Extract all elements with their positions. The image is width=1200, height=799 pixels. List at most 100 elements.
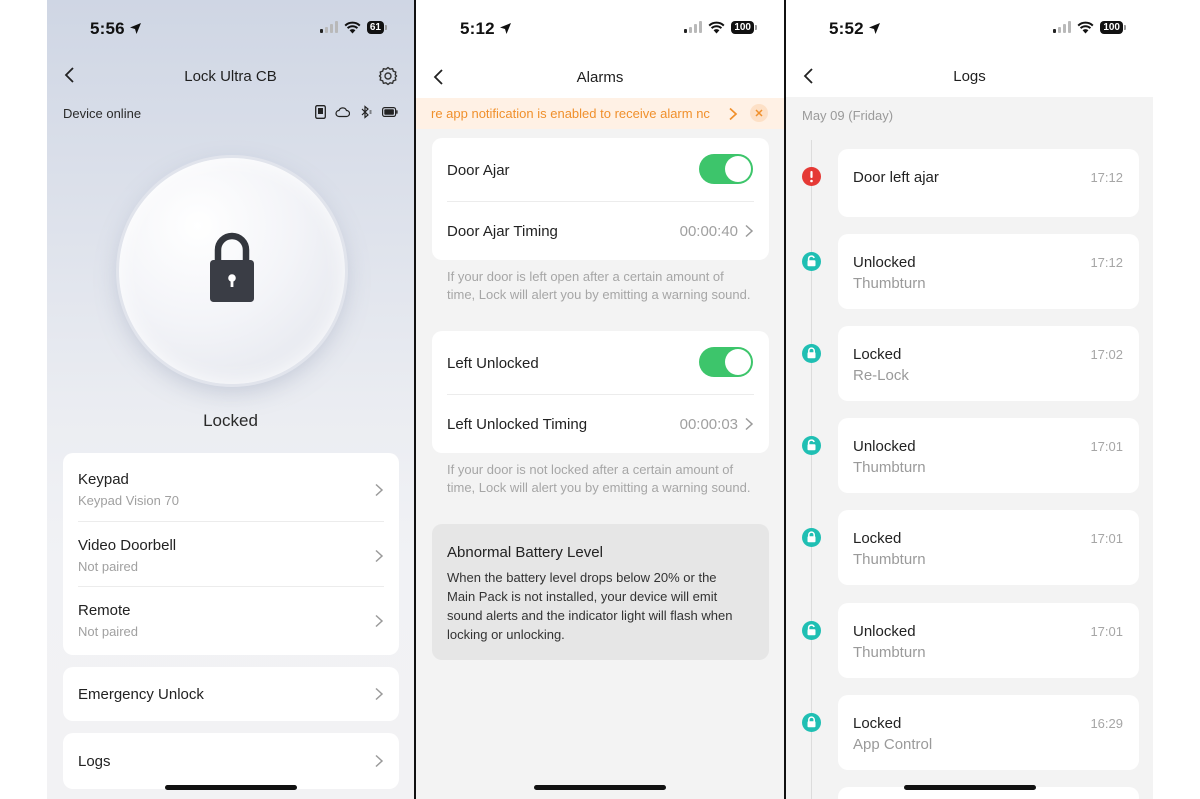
alarms-screen: 5:12 100 Alarms re app notification is e… xyxy=(416,0,784,799)
chevron-right-icon xyxy=(745,224,754,238)
lock-icon xyxy=(802,344,821,363)
log-entry-subtitle: App Control xyxy=(853,736,933,753)
keypad-row-subtitle: Keypad Vision 70 xyxy=(78,493,179,508)
video-doorbell-row-title: Video Doorbell xyxy=(78,537,177,554)
chevron-right-icon xyxy=(745,417,754,431)
status-time-text: 5:56 xyxy=(90,19,125,38)
left-unlocked-hint: If your door is not locked after a certa… xyxy=(447,462,751,495)
banner-text: re app notification is enabled to receiv… xyxy=(431,106,710,121)
status-time: 5:12 xyxy=(460,19,512,39)
alert-icon xyxy=(802,167,821,186)
log-entry-time: 17:01 xyxy=(1090,439,1123,454)
log-entry[interactable]: Unlocked Thumbturn 17:01 xyxy=(838,603,1139,678)
door-ajar-timing-value: 00:00:40 xyxy=(679,223,738,240)
keypad-row[interactable]: Keypad Keypad Vision 70 xyxy=(78,471,384,521)
video-doorbell-row-subtitle: Not paired xyxy=(78,559,138,574)
wifi-icon xyxy=(1077,21,1094,33)
unlock-icon xyxy=(802,621,821,640)
location-arrow-icon xyxy=(499,23,511,34)
page-title: Lock Ultra CB xyxy=(184,68,277,85)
status-bar: 5:56 61 xyxy=(47,0,414,56)
logs-label: Logs xyxy=(78,753,111,770)
gear-icon[interactable] xyxy=(378,66,398,86)
log-entry[interactable]: Locked Re-Lock 17:02 xyxy=(838,326,1139,401)
unlock-icon xyxy=(802,252,821,271)
lock-icon xyxy=(802,713,821,732)
device-status: Device online xyxy=(63,106,142,121)
location-arrow-icon xyxy=(129,23,141,34)
log-entry-title: Locked xyxy=(853,530,902,547)
system-indicators: 61 xyxy=(319,20,388,34)
location-arrow-icon xyxy=(868,23,880,34)
nav-bar: Alarms xyxy=(416,56,784,98)
nav-bar: Logs xyxy=(786,56,1153,97)
lock-button[interactable] xyxy=(119,158,345,384)
system-indicators: 100 xyxy=(1053,20,1126,34)
banner-chevron-icon xyxy=(729,107,738,121)
left-unlocked-toggle[interactable] xyxy=(699,347,753,377)
home-indicator[interactable] xyxy=(164,785,297,790)
logs-screen: 5:52 100 Logs May 09 (Friday) Door left … xyxy=(786,0,1153,799)
log-entry-title: Unlocked xyxy=(853,254,916,271)
log-entry[interactable]: Locked Thumbturn 17:01 xyxy=(838,510,1139,585)
log-entry-time: 16:29 xyxy=(1090,716,1123,731)
status-bar: 5:12 100 xyxy=(416,0,784,56)
accessories-card: Keypad Keypad Vision 70 Video Doorbell N… xyxy=(63,453,399,655)
log-entry-title: Locked xyxy=(853,346,902,363)
left-unlocked-label: Left Unlocked xyxy=(447,355,539,372)
home-indicator[interactable] xyxy=(534,785,666,790)
log-entry[interactable]: Locked App Control 16:29 xyxy=(838,695,1139,770)
page-title: Alarms xyxy=(576,69,624,86)
keypad-device-icon xyxy=(315,105,326,119)
log-entry-title: Locked xyxy=(853,715,902,732)
emergency-unlock-row[interactable]: Emergency Unlock xyxy=(63,667,399,721)
door-ajar-card: Door Ajar Door Ajar Timing 00:00:40 xyxy=(432,138,769,260)
log-entry-time: 17:01 xyxy=(1090,624,1123,639)
log-entry[interactable]: Unlocked Thumbturn 17:01 xyxy=(838,418,1139,493)
timeline-line xyxy=(811,140,812,799)
cellular-signal-icon xyxy=(684,21,703,33)
log-entry-subtitle: Thumbturn xyxy=(853,644,926,661)
logs-row[interactable]: Logs xyxy=(63,733,399,789)
home-indicator[interactable] xyxy=(903,785,1036,790)
log-entry-subtitle: Thumbturn xyxy=(853,275,926,292)
cellular-signal-icon xyxy=(1053,21,1072,33)
remote-row[interactable]: Remote Not paired xyxy=(78,602,384,652)
door-ajar-timing-label: Door Ajar Timing xyxy=(447,223,558,240)
wifi-icon xyxy=(708,21,725,33)
system-indicators: 100 xyxy=(684,20,757,34)
unlock-icon xyxy=(802,436,821,455)
status-bar: 5:52 100 xyxy=(786,0,1153,56)
lock-state: Locked xyxy=(203,411,258,430)
video-doorbell-row[interactable]: Video Doorbell Not paired xyxy=(78,537,384,587)
chevron-right-icon xyxy=(375,687,384,701)
log-entry-subtitle: Re-Lock xyxy=(853,367,909,384)
page-title: Logs xyxy=(953,68,986,85)
status-time: 5:56 xyxy=(90,19,142,39)
door-ajar-label: Door Ajar xyxy=(447,162,510,179)
remote-row-title: Remote xyxy=(78,602,131,619)
left-unlocked-timing-value: 00:00:03 xyxy=(679,416,738,433)
door-ajar-timing-row[interactable]: Door Ajar Timing 00:00:40 xyxy=(447,202,754,260)
emergency-unlock-label: Emergency Unlock xyxy=(78,686,204,703)
log-entry[interactable]: Unlocked Thumbturn 17:12 xyxy=(838,234,1139,309)
padlock-icon xyxy=(210,232,254,302)
lock-screen: 5:56 61 Lock Ultra CB Device online Lock… xyxy=(47,0,414,799)
door-ajar-toggle[interactable] xyxy=(699,154,753,184)
log-entry[interactable]: Door left ajar 17:12 xyxy=(838,149,1139,217)
log-entry-subtitle: Thumbturn xyxy=(853,459,926,476)
banner-close-icon[interactable] xyxy=(750,104,768,122)
notification-banner[interactable]: re app notification is enabled to receiv… xyxy=(416,98,784,129)
remote-row-subtitle: Not paired xyxy=(78,624,138,639)
log-entry-title: Unlocked xyxy=(853,438,916,455)
left-unlocked-timing-row[interactable]: Left Unlocked Timing 00:00:03 xyxy=(447,395,754,453)
divider xyxy=(78,521,384,522)
battery-level-icon xyxy=(382,107,398,117)
chevron-right-icon xyxy=(375,549,384,563)
battery-alarm-text: When the battery level drops below 20% o… xyxy=(447,570,733,642)
battery-alarm-title: Abnormal Battery Level xyxy=(447,544,603,561)
status-time-text: 5:52 xyxy=(829,19,864,38)
status-time: 5:52 xyxy=(829,19,881,39)
cellular-signal-icon xyxy=(319,21,338,33)
log-entry-title: Door left ajar xyxy=(853,169,939,186)
